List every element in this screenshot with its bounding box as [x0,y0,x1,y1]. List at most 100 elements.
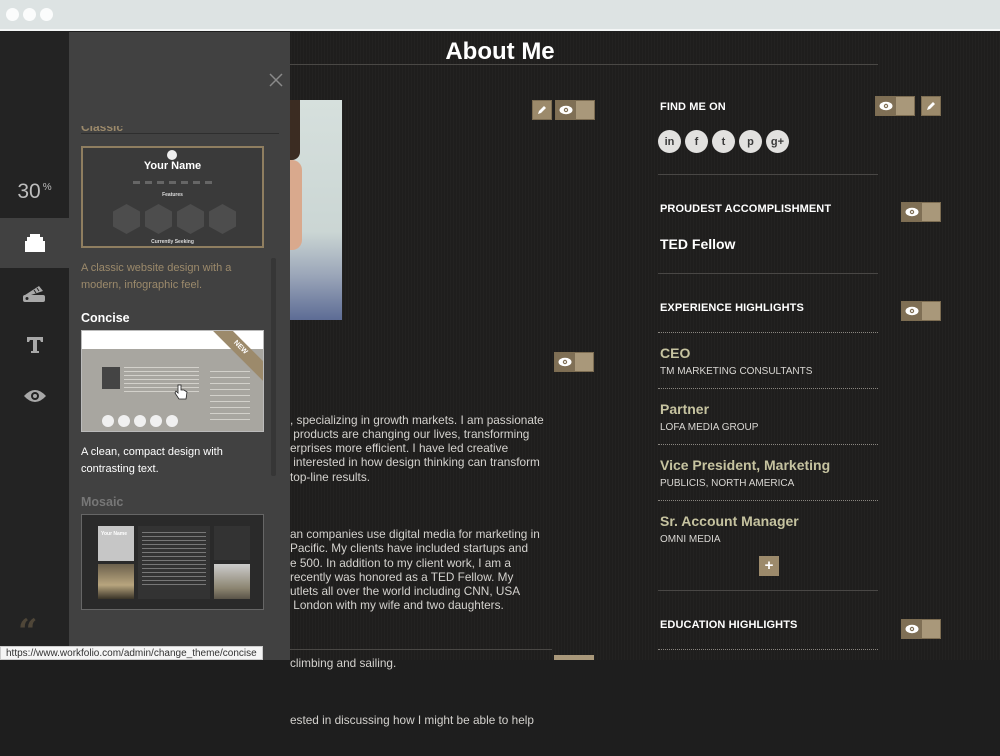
experience-company: OMNI MEDIA [660,534,721,545]
thumb-title: Your Name [143,160,202,172]
twitter-icon[interactable]: t [712,130,735,153]
theme-stack-icon [24,234,45,252]
thumb-city-tile [214,564,250,599]
eye-icon [558,357,572,367]
panel-scrollbar[interactable] [271,258,276,476]
education-visibility-toggle[interactable] [901,619,941,639]
hand-cursor-icon [174,384,188,400]
thumb-footer: Currently Seeking [151,239,194,245]
experience-role: Sr. Account Manager [660,513,799,529]
social-links: in f t p g+ [658,130,789,153]
bio-paragraph: climbing and sailing. [290,655,397,670]
status-bar-url: https://www.workfolio.com/admin/change_t… [0,646,263,660]
dotted-divider [658,332,878,333]
about-title: About Me [445,38,555,65]
window-minimize-dot[interactable] [23,8,36,21]
find-me-on-visibility-toggle[interactable] [875,96,915,116]
iconbar-item-preview[interactable] [0,371,69,421]
find-me-on-controls [875,96,941,116]
eye-icon [905,306,919,316]
iconbar-item-colors[interactable] [0,269,69,319]
find-me-on-title: FIND ME ON [660,101,726,113]
experience-company: PUBLICIS, NORTH AMERICA [660,478,795,489]
color-swatch-icon [22,286,45,302]
dotted-divider [658,649,878,650]
theme-description-classic: A classic website design with a modern, … [81,262,232,291]
typography-icon [26,337,43,353]
eye-icon [23,390,46,402]
thumb-avatar [102,367,120,389]
title-divider [290,64,878,65]
proudest-title: PROUDEST ACCOMPLISHMENT [660,203,832,215]
bio-divider [290,649,552,650]
close-icon[interactable] [268,72,284,88]
bio-text: , specializing in growth markets. I am p… [290,384,550,756]
eye-icon [879,101,893,111]
bio-paragraph: ested in discussing how I might be able … [290,712,534,727]
bio-paragraph: , specializing in growth markets. I am p… [290,412,544,484]
iconbar-item-themes[interactable] [0,218,69,268]
dotted-divider [658,444,878,445]
section-divider [658,174,878,175]
education-controls [901,619,941,639]
section-divider [658,273,878,274]
thumb-name-tile: Your Name [98,526,134,561]
thumb-hexes [113,204,236,234]
theme-heading-partial: Classic [81,126,124,133]
theme-thumb-classic[interactable]: Your Name Features Currently Seeking [81,146,264,248]
browser-chrome [0,0,1000,31]
experience-role: CEO [660,345,691,361]
window-close-dot[interactable] [6,8,19,21]
pinterest-icon[interactable]: p [739,130,762,153]
bio-controls [554,352,594,372]
bio-visibility-toggle[interactable] [554,352,594,372]
education-title: EDUCATION HIGHLIGHTS [660,619,798,631]
profile-photo[interactable] [290,100,342,320]
experience-visibility-toggle[interactable] [901,301,941,321]
experience-role: Vice President, Marketing [660,457,831,473]
dotted-divider [658,500,878,501]
bio-paragraph: an companies use digital media for marke… [290,526,540,613]
edit-photo-button[interactable] [532,100,552,120]
proudest-value: TED Fellow [660,236,736,252]
thumb-sidebar [210,371,250,421]
proudest-visibility-toggle[interactable] [901,202,941,222]
eye-icon [559,105,573,115]
theme-name-mosaic[interactable]: Mosaic [81,495,123,509]
theme-thumb-concise[interactable]: NEW [81,330,264,432]
facebook-icon[interactable]: f [685,130,708,153]
experience-company: LOFA MEDIA GROUP [660,422,759,433]
next-section-toggle[interactable] [554,655,594,660]
pencil-icon [927,102,935,110]
thumb-section: Features [162,192,183,198]
eye-icon [905,207,919,217]
pencil-icon [538,106,546,114]
panel-divider [81,133,279,134]
thumb-icons [102,415,178,427]
thumb-nav [133,181,213,184]
experience-controls [901,301,941,321]
google-plus-icon[interactable]: g+ [766,130,789,153]
theme-description-concise: A clean, compact design with contrasting… [81,446,223,475]
thumb-text-tile [138,526,210,599]
thumb-photo-tile [98,564,134,599]
photo-visibility-toggle[interactable] [555,100,595,120]
photo-controls [532,100,595,120]
eye-icon [905,624,919,634]
iconbar-item-typography[interactable] [0,320,69,370]
thumb-map-tile [214,526,250,560]
proudest-controls [901,202,941,222]
zoom-level[interactable]: 30% [0,180,69,216]
linkedin-icon[interactable]: in [658,130,681,153]
thumb-logo-icon [167,150,177,160]
experience-company: TM MARKETING CONSULTANTS [660,366,813,377]
dotted-divider [658,388,878,389]
edit-social-button[interactable] [921,96,941,116]
add-experience-button[interactable]: + [759,556,779,576]
window-maximize-dot[interactable] [40,8,53,21]
theme-thumb-mosaic[interactable]: Your Name [81,514,264,610]
section-divider [658,590,878,591]
experience-title: EXPERIENCE HIGHLIGHTS [660,302,804,314]
theme-name-concise[interactable]: Concise [81,311,130,325]
experience-role: Partner [660,401,710,417]
